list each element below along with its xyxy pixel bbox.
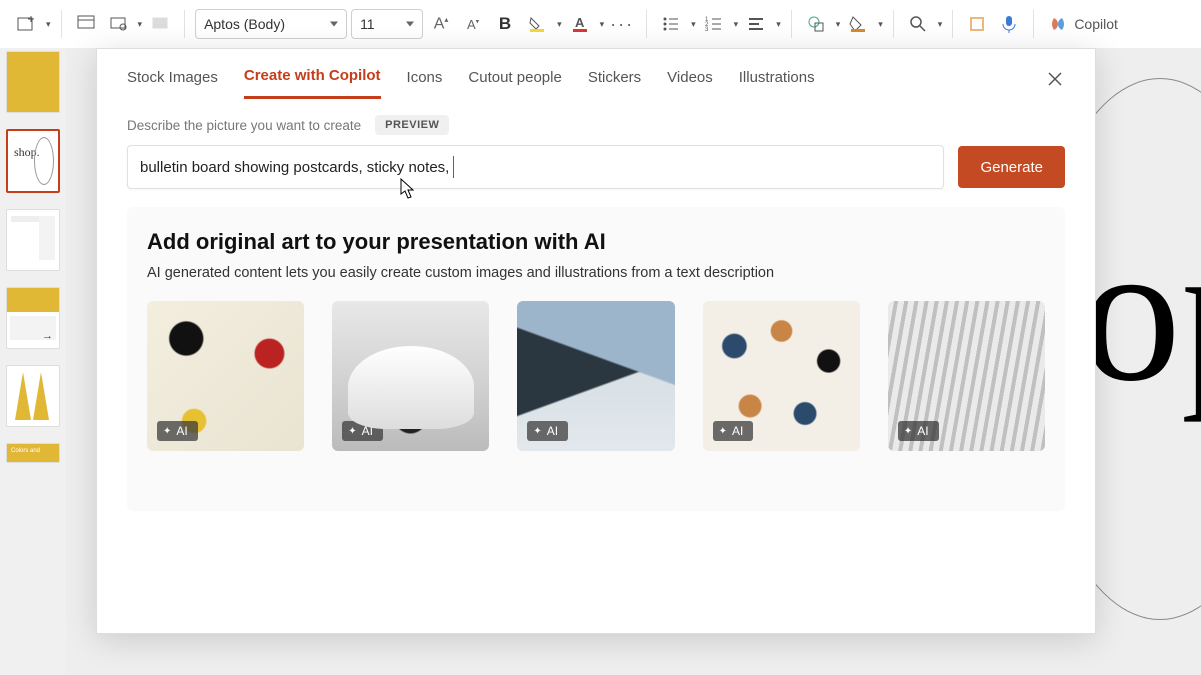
slide-thumbnail[interactable]: shop.: [6, 129, 60, 193]
increase-font-icon: A▴: [434, 15, 449, 33]
ai-badge: AI: [527, 421, 568, 441]
close-icon: [1047, 71, 1063, 87]
reset-icon: [109, 15, 127, 33]
chevron-down-icon[interactable]: ▾: [691, 19, 696, 30]
ai-badge: AI: [713, 421, 754, 441]
shapes-icon: [806, 14, 826, 34]
sample-image[interactable]: AI: [517, 301, 674, 451]
font-color-button[interactable]: A: [566, 10, 594, 38]
chevron-down-icon[interactable]: ▾: [776, 19, 781, 30]
shapes-button[interactable]: [802, 10, 830, 38]
bold-button[interactable]: B: [491, 10, 519, 38]
preview-badge: PREVIEW: [375, 115, 449, 135]
slide-thumbnail[interactable]: [6, 51, 60, 113]
copilot-icon: [1048, 14, 1068, 34]
intro-card: Add original art to your presentation wi…: [127, 207, 1065, 511]
tab-create-with-copilot[interactable]: Create with Copilot: [244, 67, 381, 99]
chevron-down-icon[interactable]: ▾: [878, 19, 883, 30]
font-name-select[interactable]: Aptos (Body): [195, 9, 347, 39]
describe-label: Describe the picture you want to create: [127, 118, 361, 133]
slide-thumbnail[interactable]: Colors and: [6, 443, 60, 463]
shape-fill-button[interactable]: [844, 10, 872, 38]
search-icon: [908, 14, 928, 34]
intro-title: Add original art to your presentation wi…: [147, 229, 1045, 255]
mouse-cursor: [400, 178, 416, 200]
numbering-icon: 123: [704, 14, 724, 34]
slide-thumbnail-panel: shop. → Colors and: [0, 48, 66, 675]
decrease-font-icon: A▾: [467, 17, 479, 32]
chevron-down-icon[interactable]: ▾: [938, 19, 943, 30]
ai-badge: AI: [898, 421, 939, 441]
dictate-button[interactable]: [995, 10, 1023, 38]
generate-button[interactable]: Generate: [958, 146, 1065, 188]
bold-icon: B: [499, 14, 511, 34]
prompt-input[interactable]: bulletin board showing postcards, sticky…: [127, 145, 944, 189]
chevron-down-icon[interactable]: ▾: [138, 19, 143, 30]
bullets-icon: [661, 14, 681, 34]
chevron-down-icon[interactable]: ▾: [557, 19, 562, 30]
sample-image[interactable]: AI: [147, 301, 304, 451]
intro-subtitle: AI generated content lets you easily cre…: [147, 265, 1045, 281]
section-button[interactable]: [146, 10, 174, 38]
layout-button[interactable]: [72, 10, 100, 38]
bullets-button[interactable]: [657, 10, 685, 38]
new-slide-icon: [16, 14, 36, 34]
slide-title-fragment: op: [1081, 198, 1201, 427]
slide-thumbnail[interactable]: →: [6, 287, 60, 349]
section-icon: [151, 15, 169, 33]
new-slide-button[interactable]: [12, 10, 40, 38]
chevron-down-icon[interactable]: ▾: [46, 19, 51, 30]
more-font-button[interactable]: ···: [608, 10, 636, 38]
tab-cutout-people[interactable]: Cutout people: [468, 69, 561, 98]
ellipsis-icon: ···: [610, 14, 634, 35]
copilot-button[interactable]: Copilot: [1040, 10, 1126, 38]
generate-label: Generate: [980, 159, 1043, 176]
tab-videos[interactable]: Videos: [667, 69, 713, 98]
chevron-down-icon[interactable]: ▾: [836, 19, 841, 30]
ai-badge: AI: [342, 421, 383, 441]
slide-thumbnail[interactable]: [6, 365, 60, 427]
microphone-icon: [1000, 14, 1018, 34]
tab-icons[interactable]: Icons: [407, 69, 443, 98]
designer-icon: [967, 14, 987, 34]
slide-thumbnail[interactable]: [6, 209, 60, 271]
align-button[interactable]: [742, 10, 770, 38]
text-caret: [453, 156, 454, 178]
tab-stickers[interactable]: Stickers: [588, 69, 641, 98]
decrease-font-button[interactable]: A▾: [459, 10, 487, 38]
paint-bucket-icon: [848, 14, 868, 34]
tab-stock-images[interactable]: Stock Images: [127, 69, 218, 98]
close-button[interactable]: [1039, 63, 1071, 95]
copilot-label: Copilot: [1074, 16, 1118, 32]
sample-image[interactable]: AI: [332, 301, 489, 451]
find-button[interactable]: [904, 10, 932, 38]
sample-image[interactable]: AI: [703, 301, 860, 451]
font-color-icon: A: [570, 14, 590, 34]
chevron-down-icon[interactable]: ▾: [734, 19, 739, 30]
ai-badge: AI: [157, 421, 198, 441]
svg-text:A: A: [575, 15, 585, 30]
align-icon: [746, 14, 766, 34]
designer-button[interactable]: [963, 10, 991, 38]
numbering-button[interactable]: 123: [700, 10, 728, 38]
sample-image[interactable]: AI: [888, 301, 1045, 451]
insert-image-dialog: Stock Images Create with Copilot Icons C…: [96, 48, 1096, 634]
prompt-input-value: bulletin board showing postcards, sticky…: [140, 159, 449, 176]
ribbon-toolbar: ▾ ▾ Aptos (Body) 11 A▴ A▾ B ▾: [0, 0, 1201, 49]
highlight-icon: [527, 14, 547, 34]
increase-font-button[interactable]: A▴: [427, 10, 455, 38]
sample-row: AI AI AI AI AI: [147, 301, 1045, 451]
layout-icon: [77, 15, 95, 33]
font-size-select[interactable]: 11: [351, 9, 423, 39]
chevron-down-icon[interactable]: ▾: [600, 19, 605, 30]
dialog-tabs: Stock Images Create with Copilot Icons C…: [97, 49, 1095, 99]
font-size-value: 11: [360, 16, 375, 32]
tab-illustrations[interactable]: Illustrations: [739, 69, 815, 98]
highlight-button[interactable]: [523, 10, 551, 38]
svg-text:3: 3: [705, 27, 709, 33]
reset-button[interactable]: [104, 10, 132, 38]
font-name-value: Aptos (Body): [204, 16, 285, 32]
